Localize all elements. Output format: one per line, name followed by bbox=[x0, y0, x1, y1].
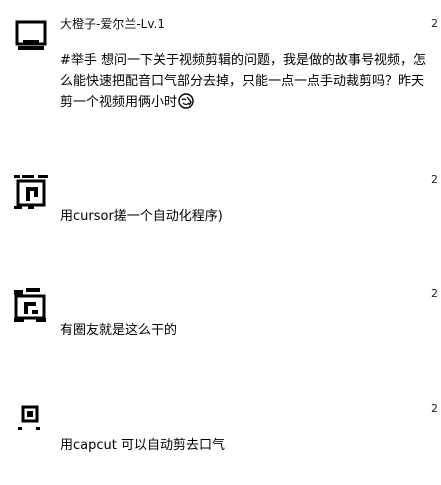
comment-text: 有圈友就是这么干的 bbox=[60, 323, 178, 338]
avatar-image bbox=[18, 405, 40, 430]
comment-text: 用capcut 可以自动剪去口气 bbox=[60, 438, 225, 453]
avatar-image bbox=[14, 175, 48, 209]
comment-timestamp: 2 bbox=[431, 173, 438, 186]
avatar[interactable] bbox=[14, 175, 48, 209]
comment-timestamp: 2 bbox=[431, 402, 438, 415]
avatar-image bbox=[14, 288, 46, 322]
avatar-image bbox=[15, 20, 47, 50]
comment-text: 用cursor搓一个自动化程序) bbox=[60, 209, 223, 224]
avatar[interactable] bbox=[14, 288, 48, 322]
avatar[interactable] bbox=[14, 403, 48, 437]
comment-text: #举手 想问一下关于视频剪辑的问题，我是做的故事号视频，怎么能快速把配音口气部分… bbox=[60, 50, 428, 113]
comment-timestamp: 2 bbox=[431, 287, 438, 300]
facepalm-emoji-icon bbox=[178, 93, 194, 109]
comment-timestamp: 2 bbox=[431, 17, 438, 30]
comment-author[interactable]: 大橙子-爱尔兰-Lv.1 bbox=[60, 16, 165, 32]
comment-text-content: #举手 想问一下关于视频剪辑的问题，我是做的故事号视频，怎么能快速把配音口气部分… bbox=[60, 53, 427, 110]
avatar[interactable] bbox=[14, 18, 48, 52]
